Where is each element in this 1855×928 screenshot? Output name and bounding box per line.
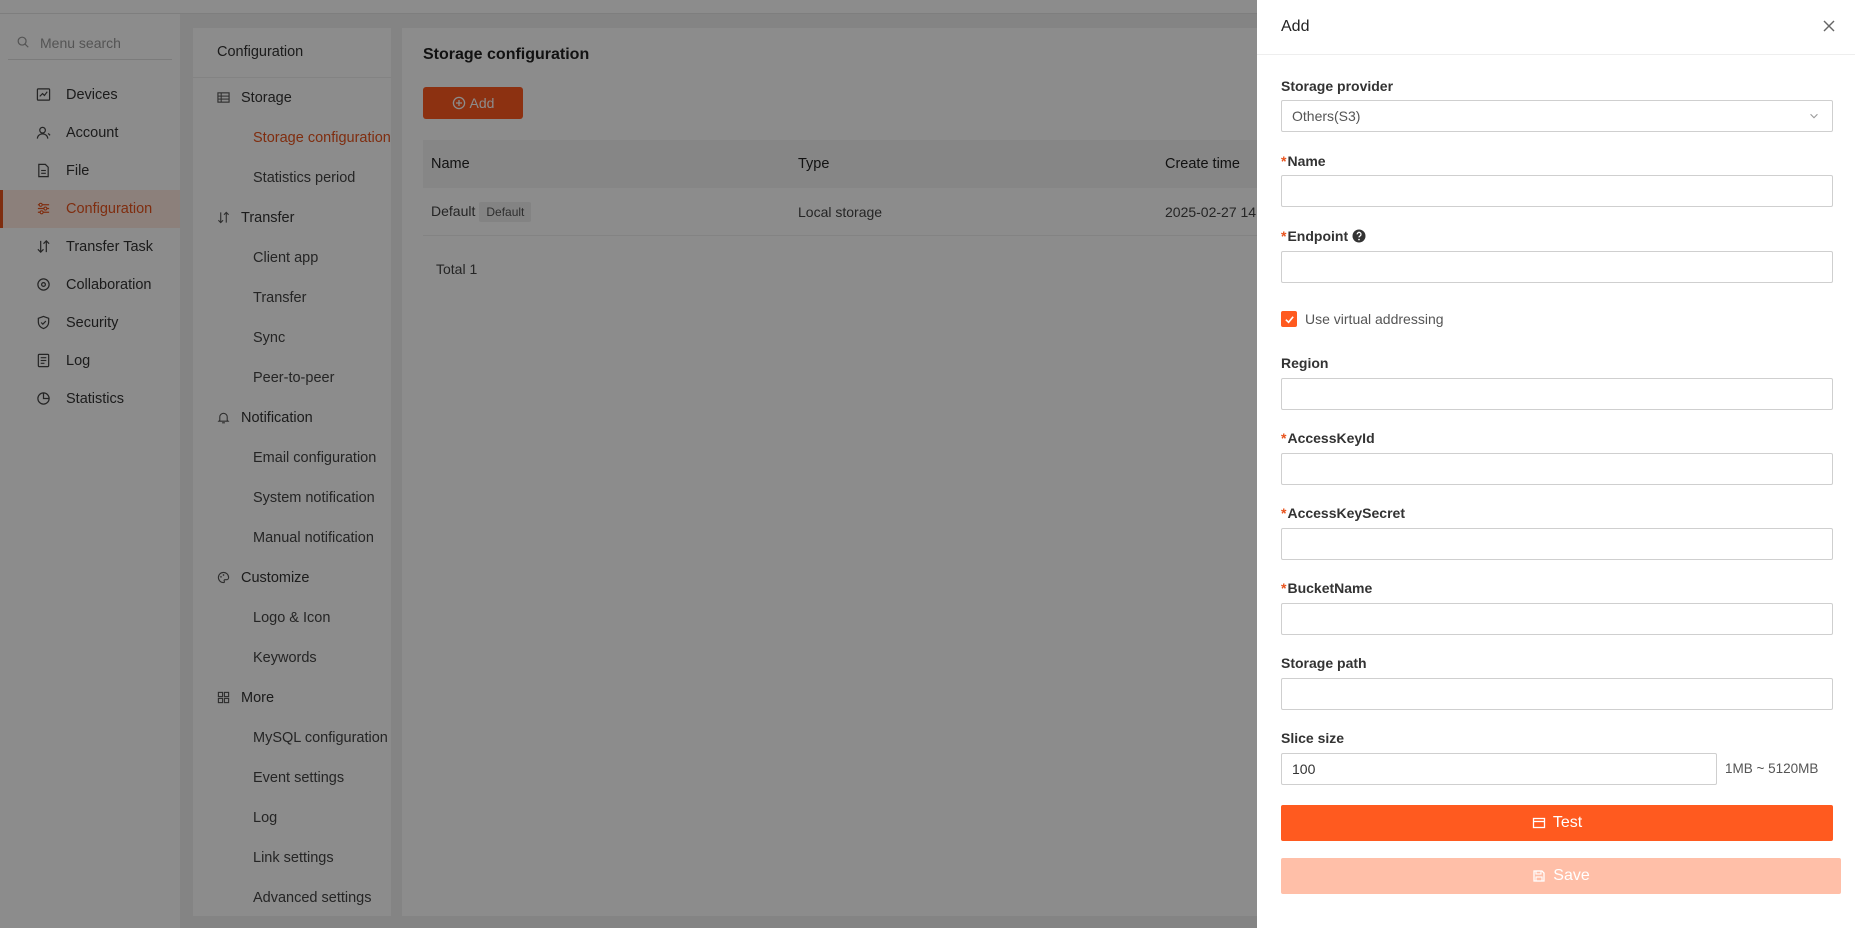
help-icon[interactable] bbox=[1352, 229, 1366, 243]
name-label: *Name bbox=[1281, 153, 1326, 169]
region-input[interactable] bbox=[1281, 378, 1833, 410]
virtual-addressing-row[interactable]: Use virtual addressing bbox=[1281, 311, 1444, 327]
bucket-name-label: *BucketName bbox=[1281, 580, 1372, 596]
chevron-down-icon bbox=[1808, 110, 1822, 124]
required-mark: * bbox=[1281, 505, 1287, 521]
close-icon[interactable] bbox=[1821, 18, 1839, 36]
save-button[interactable]: Save bbox=[1281, 858, 1841, 894]
endpoint-label: *Endpoint bbox=[1281, 228, 1366, 244]
drawer-header: Add bbox=[1257, 0, 1855, 55]
name-label-text: Name bbox=[1287, 153, 1326, 169]
region-label: Region bbox=[1281, 355, 1329, 371]
slice-size-input[interactable] bbox=[1281, 753, 1717, 785]
access-key-secret-label: *AccessKeySecret bbox=[1281, 505, 1405, 521]
test-button[interactable]: Test bbox=[1281, 805, 1833, 841]
add-drawer: Add Storage provider Others(S3) *Name *E… bbox=[1257, 0, 1855, 928]
app-root: Menu search Devices Account File Configu… bbox=[0, 0, 1855, 928]
storage-provider-value: Others(S3) bbox=[1292, 108, 1361, 124]
storage-path-label: Storage path bbox=[1281, 655, 1367, 671]
bucket-name-input[interactable] bbox=[1281, 603, 1833, 635]
storage-provider-select[interactable]: Others(S3) bbox=[1281, 100, 1833, 132]
endpoint-label-text: Endpoint bbox=[1287, 228, 1349, 244]
slice-size-range: 1MB ~ 5120MB bbox=[1725, 761, 1819, 776]
name-input[interactable] bbox=[1281, 175, 1833, 207]
bucket-name-label-text: BucketName bbox=[1287, 580, 1373, 596]
required-mark: * bbox=[1281, 153, 1287, 169]
virtual-addressing-label: Use virtual addressing bbox=[1305, 311, 1444, 327]
access-key-secret-label-text: AccessKeySecret bbox=[1287, 505, 1405, 521]
check-icon bbox=[1284, 315, 1294, 323]
required-mark: * bbox=[1281, 580, 1287, 596]
test-button-label: Test bbox=[1552, 814, 1583, 831]
access-key-secret-input[interactable] bbox=[1281, 528, 1833, 560]
save-icon bbox=[1532, 869, 1547, 884]
required-mark: * bbox=[1281, 228, 1287, 244]
save-button-label: Save bbox=[1553, 867, 1590, 884]
storage-path-input[interactable] bbox=[1281, 678, 1833, 710]
endpoint-input[interactable] bbox=[1281, 251, 1833, 283]
access-key-id-label: *AccessKeyId bbox=[1281, 430, 1375, 446]
storage-provider-label: Storage provider bbox=[1281, 78, 1394, 94]
window-icon bbox=[1532, 816, 1547, 831]
virtual-addressing-checkbox[interactable] bbox=[1281, 311, 1297, 327]
drawer-title: Add bbox=[1281, 18, 1310, 35]
slice-size-label: Slice size bbox=[1281, 730, 1345, 746]
access-key-id-input[interactable] bbox=[1281, 453, 1833, 485]
required-mark: * bbox=[1281, 430, 1287, 446]
access-key-id-label-text: AccessKeyId bbox=[1287, 430, 1375, 446]
